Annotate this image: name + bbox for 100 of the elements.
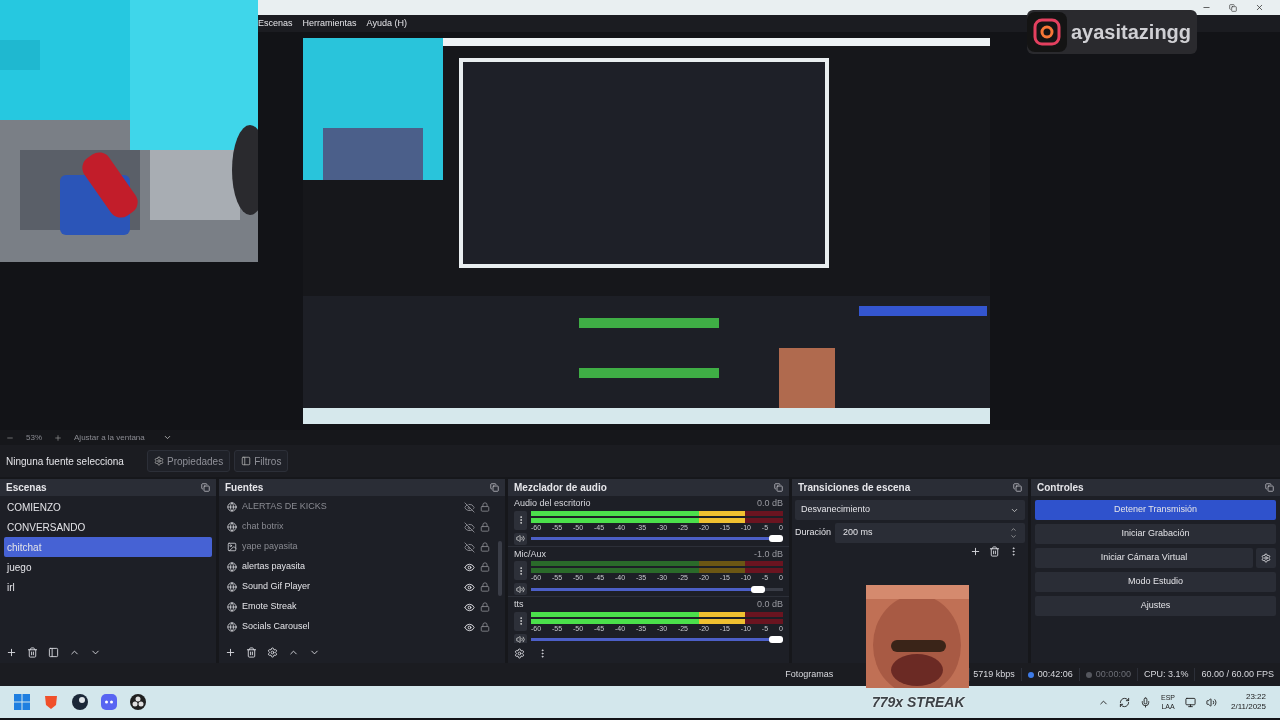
lock-icon[interactable] [480,542,490,552]
channel-menu-button[interactable] [514,561,527,580]
frames-label: Fotogramas [784,667,835,681]
volume-reading: 0.0 dB [756,598,783,611]
shield-icon[interactable] [43,694,59,710]
virtual-camera-settings-button[interactable] [1256,548,1276,568]
globe-icon [227,582,237,592]
source-item[interactable]: Sound Gif Player [227,577,490,597]
mute-button[interactable] [514,583,527,595]
source-item[interactable]: yape payasita [227,537,490,557]
source-item[interactable]: Socials Carousel [227,617,490,637]
properties-button[interactable]: Propiedades [147,450,231,472]
globe-icon [227,502,237,512]
volume-icon[interactable] [1206,696,1217,708]
channel-menu-button[interactable] [514,510,527,530]
visibility-icon[interactable] [464,581,475,593]
fps: 60.00 / 60.00 FPS [1194,667,1280,682]
control-button[interactable]: Iniciar Cámara Virtual [1035,548,1253,568]
visibility-icon[interactable] [464,601,475,613]
dock-title: Transiciones de escena [798,481,911,495]
social-handle: ayasitazingg [1071,20,1192,45]
menu-item[interactable]: Escenas [258,16,293,31]
source-item[interactable]: ALERTAS DE KICKS [227,497,490,517]
mute-button[interactable] [514,532,527,545]
source-item[interactable]: chat botrix [227,517,490,537]
zoom-mode-dropdown[interactable]: Ajustar a la ventana [74,431,172,444]
lock-icon[interactable] [480,622,490,632]
transition-dropdown[interactable]: Desvanecimiento [795,500,1025,520]
control-button[interactable]: Ajustes [1035,596,1276,616]
settings-icon[interactable] [514,647,525,659]
source-name: Socials Carousel [242,620,311,634]
cpu-usage: CPU: 3.1% [1136,667,1195,682]
lock-icon[interactable] [480,502,490,512]
settings-icon [154,456,164,466]
settings-icon[interactable] [267,646,278,658]
visibility-icon[interactable] [464,621,475,633]
selected-source-label: Ninguna fuente selecciona [6,454,125,469]
image-icon [227,542,237,552]
source-name: alertas payasita [242,560,307,574]
speaker-icon [516,534,525,543]
source-item[interactable]: Emote Streak [227,597,490,617]
down-icon[interactable] [1010,533,1017,540]
camera-icon [1027,12,1067,52]
source-name: yape payasita [242,540,299,554]
mute-button[interactable] [514,633,527,643]
lock-icon[interactable] [480,562,490,572]
menu-item[interactable]: Ayuda (H) [366,16,407,31]
network-icon[interactable] [1185,696,1196,708]
sync-icon[interactable] [1119,696,1130,708]
source-name: Sound Gif Player [242,580,312,594]
scene-item[interactable]: juego [4,557,212,577]
float-dock-icon[interactable] [490,483,499,492]
volume-slider[interactable] [531,535,783,542]
duration-field[interactable]: 200 ms [835,523,1025,543]
delete-icon[interactable] [246,646,257,658]
menu-item[interactable]: Herramientas [302,16,357,31]
add-icon[interactable] [970,546,981,557]
zoom-level: 53% [26,431,42,444]
panel-icon[interactable] [48,646,59,658]
zoom-in-icon[interactable] [54,433,62,442]
add-icon[interactable] [6,646,17,658]
channel-name: tts [514,598,524,611]
lock-icon[interactable] [480,602,490,612]
restore-icon[interactable] [1229,3,1237,12]
settings-icon [1261,553,1271,563]
streak-overlay: 779x STREAK [872,693,965,712]
scene-item[interactable]: irl [4,577,212,597]
delete-icon[interactable] [989,546,1000,557]
float-dock-icon[interactable] [1265,483,1274,492]
up-icon[interactable] [1010,526,1017,533]
hidden-icon[interactable] [464,521,475,533]
source-name: Emote Streak [242,600,298,614]
hidden-icon[interactable] [464,501,475,513]
close-icon[interactable] [1255,3,1264,12]
scene-item[interactable]: chitchat [4,537,212,557]
float-dock-icon[interactable] [201,483,210,492]
hidden-icon[interactable] [464,541,475,553]
windows-start-icon[interactable] [14,694,30,710]
float-dock-icon[interactable] [774,483,783,492]
delete-icon[interactable] [27,646,38,658]
visibility-icon[interactable] [464,561,475,573]
channel-name: Mic/Aux [514,547,546,561]
control-button[interactable]: Modo Estudio [1035,572,1276,592]
filters-button[interactable]: Filtros [234,450,289,472]
scene-item[interactable]: CONVERSANDO [4,517,212,537]
caret-icon [162,433,172,442]
lock-icon[interactable] [480,522,490,532]
volume-slider[interactable] [531,636,783,643]
microphone-icon[interactable] [1140,696,1151,708]
control-button[interactable]: Detener Transmisión [1035,500,1276,520]
stream-time: 00:42:06 [1037,667,1073,681]
record-time: 00:00:00 [1095,667,1131,681]
control-button[interactable]: Iniciar Grabación [1035,524,1276,544]
add-icon[interactable] [225,646,236,658]
channel-menu-button[interactable] [514,611,527,631]
clock[interactable]: 23:22 2/11/2025 [1231,692,1266,712]
scene-item[interactable]: COMIENZO [4,497,212,517]
lock-icon[interactable] [480,582,490,592]
source-item[interactable]: alertas payasita [227,557,490,577]
float-dock-icon[interactable] [1013,483,1022,492]
